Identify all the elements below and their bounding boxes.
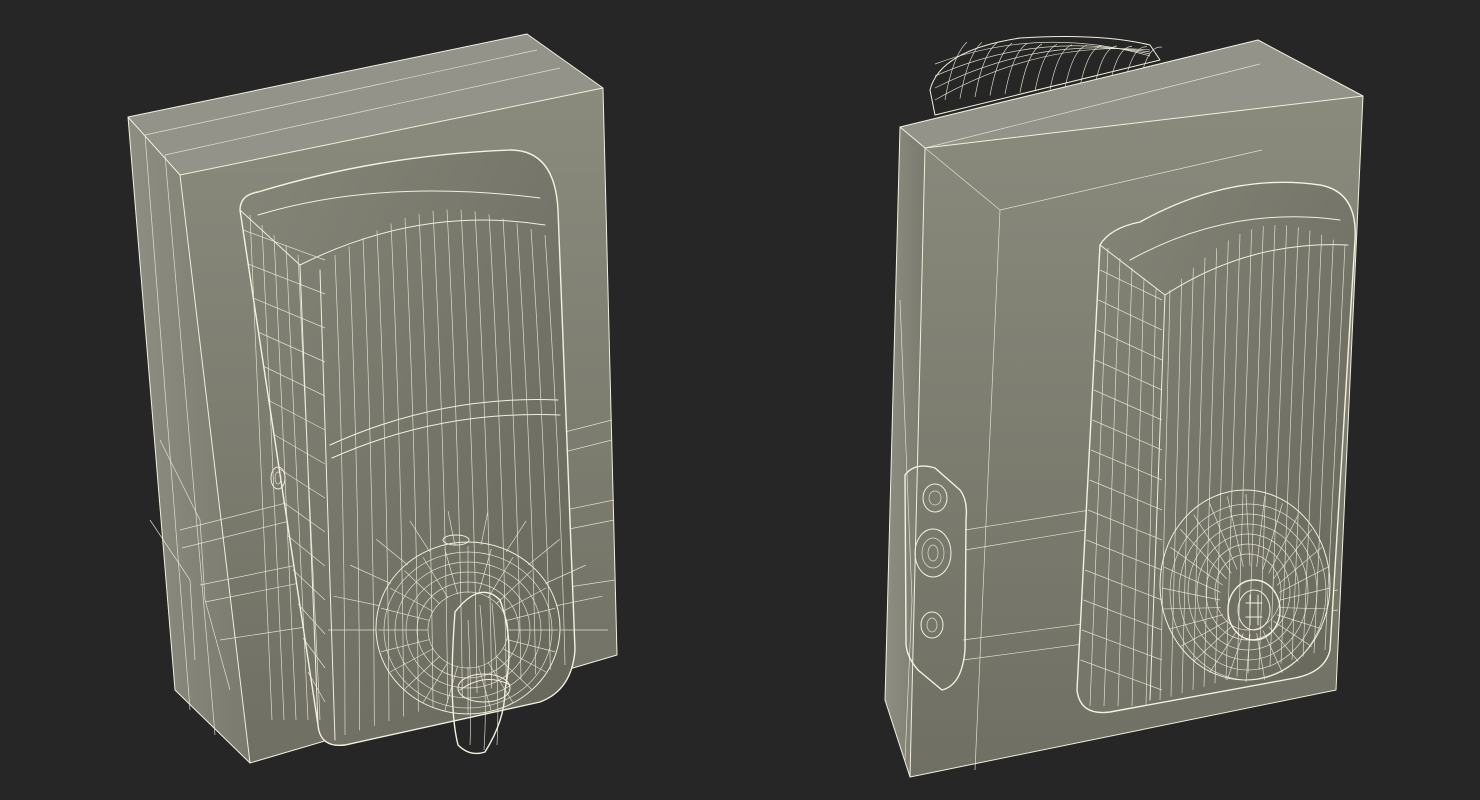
- render-viewport: [0, 0, 1480, 800]
- interior-housing: [1076, 181, 1356, 714]
- mesh-edge: [934, 45, 1151, 77]
- mesh-edge: [1064, 44, 1088, 89]
- deadbolt-front-model: [127, 33, 618, 764]
- mesh-edge: [934, 41, 1151, 65]
- deadbolt-back-model: [884, 36, 1364, 778]
- wireframe-render: [127, 33, 1364, 778]
- mesh-edge: [1019, 43, 1043, 93]
- mesh-edge: [944, 41, 968, 101]
